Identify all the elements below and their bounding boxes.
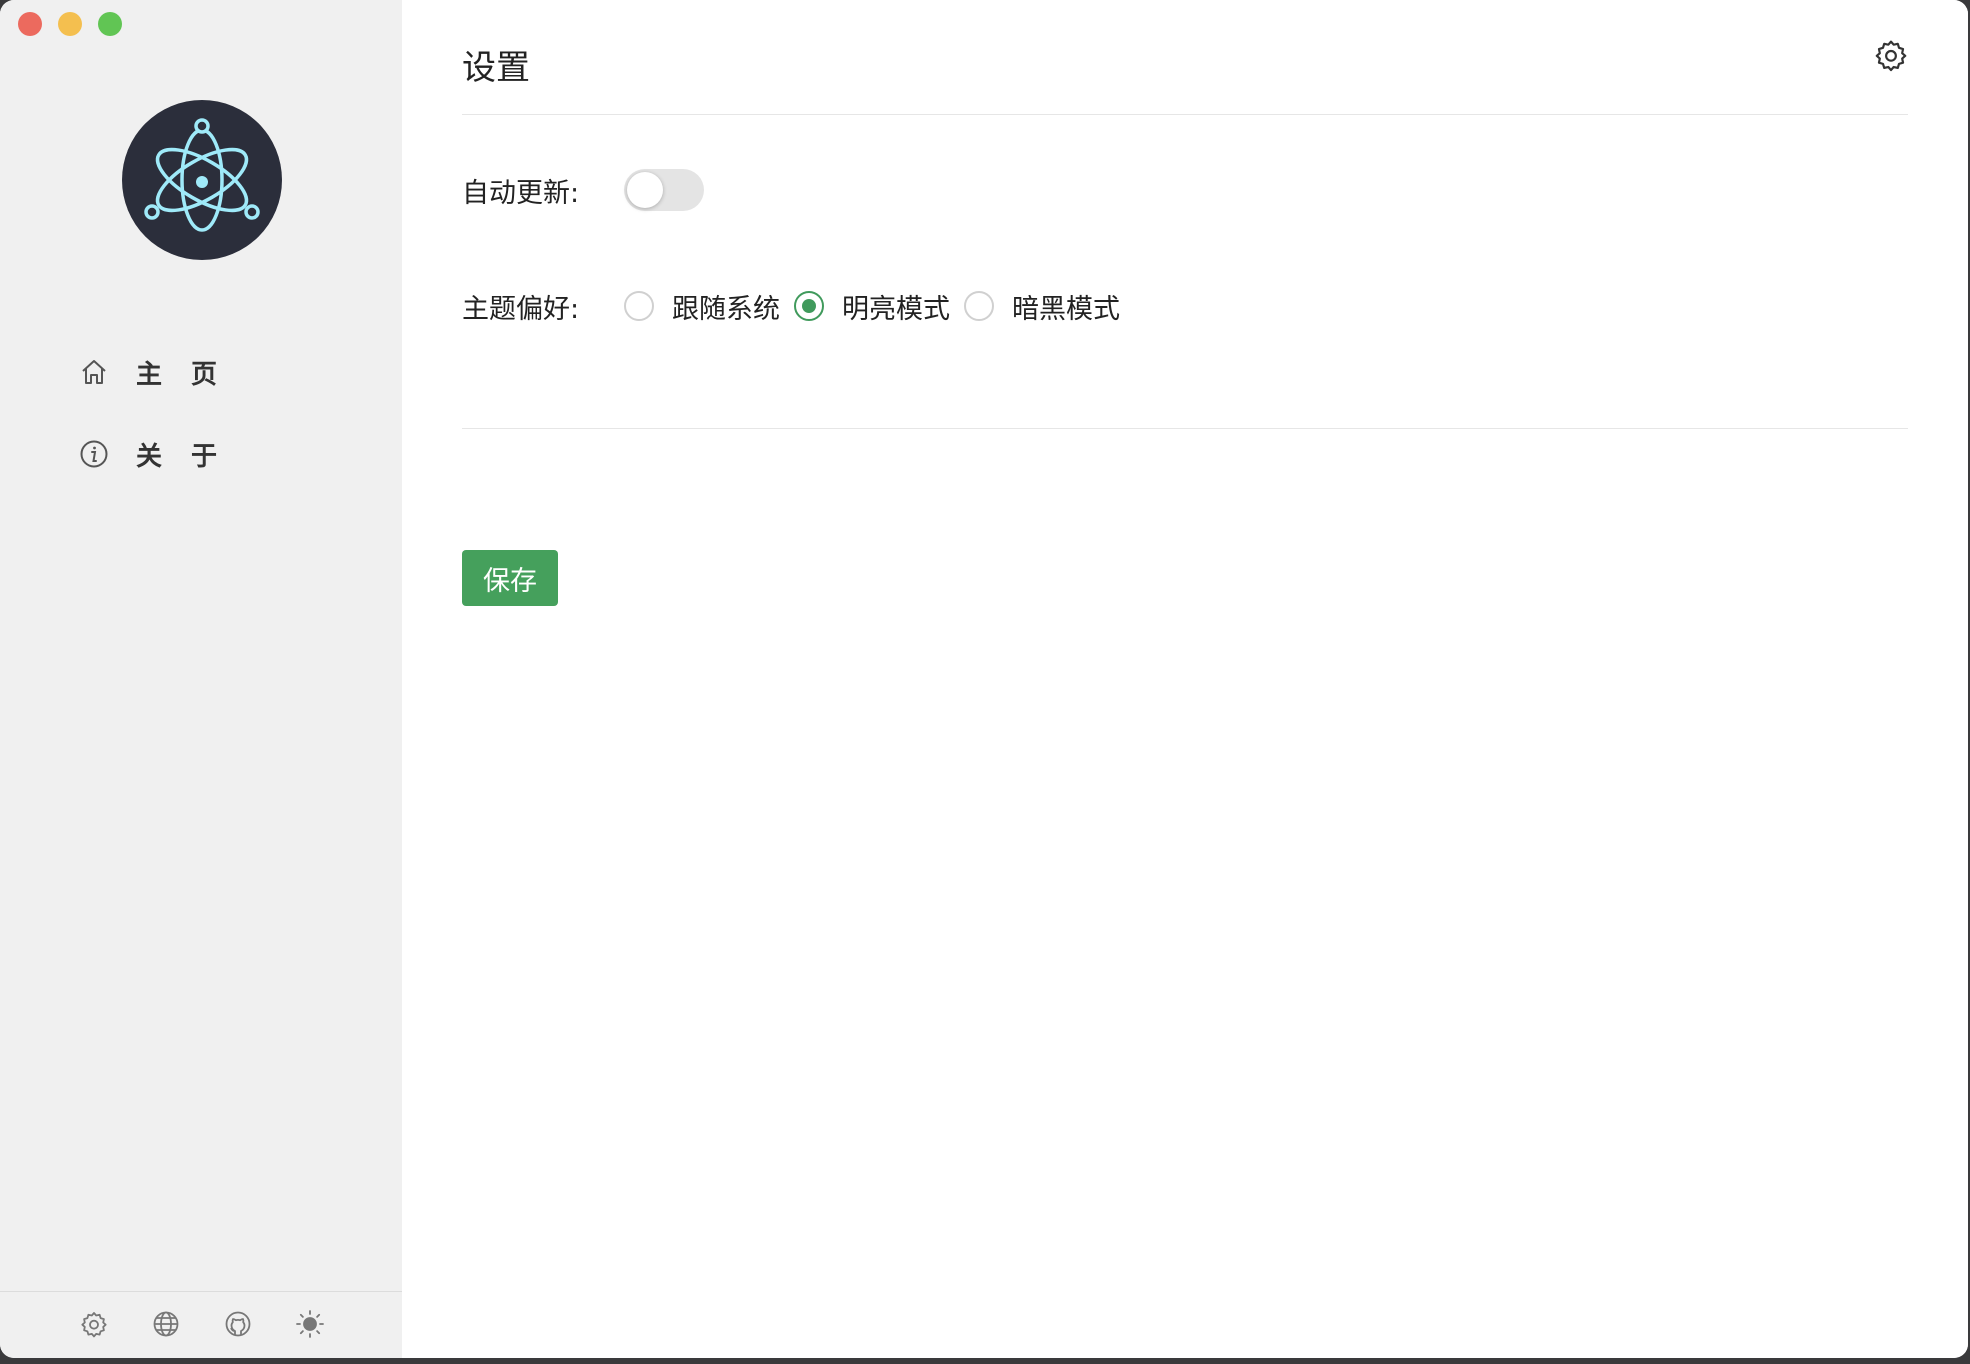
- sun-icon[interactable]: [294, 1308, 326, 1340]
- gear-icon[interactable]: [78, 1308, 110, 1340]
- radio-label: 明亮模式: [842, 293, 950, 325]
- radio-label: 暗黑模式: [1012, 293, 1120, 325]
- auto-update-row: 自动更新:: [462, 168, 704, 212]
- radio-label: 跟随系统: [672, 293, 780, 325]
- radio-button[interactable]: [964, 291, 994, 321]
- toggle-knob: [627, 172, 663, 208]
- electron-atom-icon: [144, 118, 260, 232]
- save-button[interactable]: 保存: [462, 550, 558, 606]
- sidebar-item-label: 主 页: [136, 359, 228, 390]
- page-title: 设置: [462, 48, 530, 88]
- auto-update-label: 自动更新:: [462, 177, 580, 209]
- theme-label: 主题偏好:: [462, 293, 580, 325]
- gear-icon[interactable]: [1874, 38, 1908, 72]
- app-window: 主 页 关 于 设置 自动更新: 主题偏好: 跟随系统 明亮模式 暗黑模式 保存: [0, 0, 1968, 1358]
- radio-follow-system[interactable]: 跟随系统: [624, 287, 780, 326]
- form-divider: [462, 428, 1908, 429]
- github-icon[interactable]: [222, 1308, 254, 1340]
- sidebar: 主 页 关 于: [0, 0, 402, 1358]
- home-icon: [78, 356, 110, 388]
- radio-light-mode[interactable]: 明亮模式: [794, 287, 950, 326]
- header-divider: [462, 114, 1908, 115]
- app-logo: [122, 100, 282, 260]
- sidebar-item-label: 关 于: [136, 441, 228, 472]
- theme-radio-group: 跟随系统 明亮模式 暗黑模式: [624, 287, 1134, 326]
- sidebar-footer: [0, 1291, 402, 1358]
- close-window-button[interactable]: [18, 12, 42, 36]
- auto-update-toggle[interactable]: [624, 169, 704, 211]
- minimize-window-button[interactable]: [58, 12, 82, 36]
- radio-dark-mode[interactable]: 暗黑模式: [964, 287, 1120, 326]
- zoom-window-button[interactable]: [98, 12, 122, 36]
- info-icon: [78, 438, 110, 470]
- theme-row: 主题偏好: 跟随系统 明亮模式 暗黑模式: [462, 284, 1134, 328]
- sidebar-item-home[interactable]: 主 页: [78, 348, 227, 396]
- radio-button-checked[interactable]: [794, 291, 824, 321]
- settings-panel: 设置 自动更新: 主题偏好: 跟随系统 明亮模式 暗黑模式 保存: [402, 0, 1968, 1358]
- radio-button[interactable]: [624, 291, 654, 321]
- globe-icon[interactable]: [150, 1308, 182, 1340]
- sidebar-item-about[interactable]: 关 于: [78, 430, 227, 478]
